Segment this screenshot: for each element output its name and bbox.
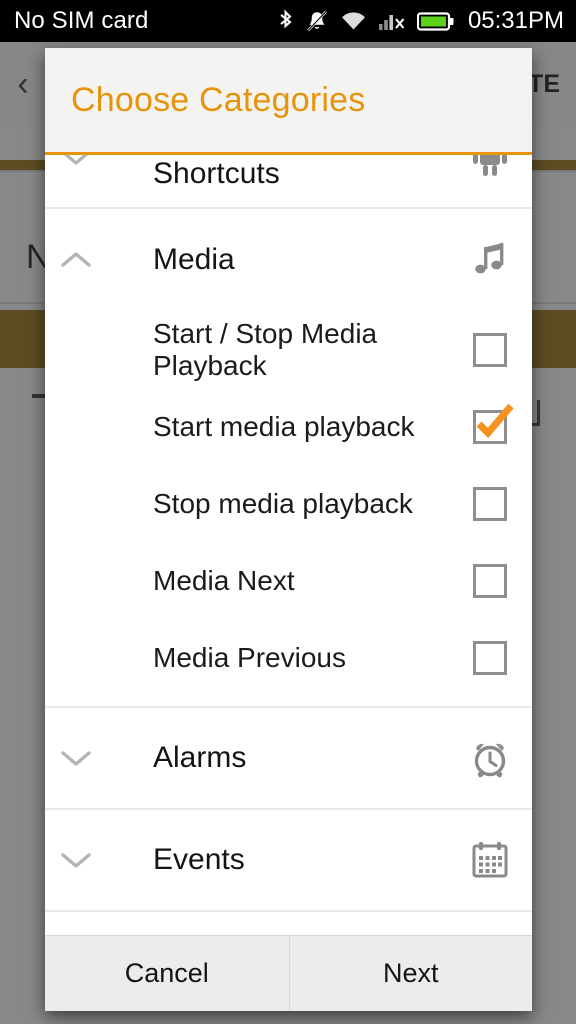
media-item-row[interactable]: Media Previous — [45, 619, 532, 696]
music-note-icon — [448, 237, 532, 283]
notifications-muted-icon — [305, 9, 329, 34]
carrier-label: No SIM card — [14, 7, 149, 34]
media-item-label: Media Previous — [153, 641, 346, 673]
bluetooth-icon — [277, 8, 294, 34]
media-item-row[interactable]: Media Next — [45, 542, 532, 619]
media-item-label: Start media playback — [153, 410, 415, 442]
status-bar: No SIM card 05:31PM — [0, 0, 576, 42]
chevron-down-icon[interactable] — [45, 748, 107, 768]
dialog-title: Choose Categories — [71, 81, 365, 120]
checkbox-start-stop-media-playback[interactable] — [448, 332, 532, 367]
dialog-header: Choose Categories — [45, 48, 532, 155]
category-label: Events — [153, 843, 245, 876]
clock-label: 05:31PM — [467, 7, 564, 34]
category-label: Applications & Shortcuts — [153, 155, 343, 190]
media-item-row[interactable]: Start / Stop Media Playback — [45, 311, 532, 388]
media-item-row[interactable]: Stop media playback — [45, 465, 532, 542]
media-item-label: Media Next — [153, 564, 295, 596]
choose-categories-dialog: Choose Categories Applications & Shortcu… — [45, 48, 532, 1011]
chevron-down-icon[interactable] — [45, 850, 107, 870]
cellular-no-service-icon — [378, 10, 406, 32]
checkbox-media-previous[interactable] — [448, 640, 532, 675]
media-item-label: Start / Stop Media Playback — [153, 317, 378, 381]
category-row-alarms[interactable]: Alarms — [45, 708, 532, 810]
media-item-label: Stop media playback — [153, 487, 413, 519]
list-bottom-spacer — [45, 912, 532, 935]
media-item-row[interactable]: Start media playback — [45, 388, 532, 465]
chevron-down-icon[interactable] — [45, 155, 107, 167]
chevron-up-icon[interactable] — [45, 250, 107, 270]
battery-icon — [416, 11, 455, 32]
checkbox-media-next[interactable] — [448, 563, 532, 598]
category-row-applications-shortcuts[interactable]: Applications & Shortcuts — [45, 155, 532, 209]
checkbox-start-media-playback[interactable] — [448, 403, 532, 444]
category-label: Alarms — [153, 741, 247, 774]
category-row-media[interactable]: Media — [45, 209, 532, 311]
category-row-events[interactable]: Events — [45, 810, 532, 912]
cancel-button[interactable]: Cancel — [45, 936, 289, 1011]
alarm-clock-icon — [448, 735, 532, 781]
next-button[interactable]: Next — [288, 936, 532, 1011]
wifi-icon — [340, 10, 367, 32]
category-label: Media — [153, 243, 235, 276]
category-group-media: Media Start / Stop Media Playback Start … — [45, 209, 532, 708]
checkmark-icon — [472, 400, 518, 449]
android-robot-icon — [448, 155, 532, 180]
category-list[interactable]: Applications & Shortcuts — [45, 155, 532, 935]
calendar-icon — [448, 837, 532, 883]
dialog-title-text: Choose Categories — [71, 80, 366, 119]
checkbox-stop-media-playback[interactable] — [448, 486, 532, 521]
dialog-button-bar: Cancel Next — [45, 935, 532, 1011]
